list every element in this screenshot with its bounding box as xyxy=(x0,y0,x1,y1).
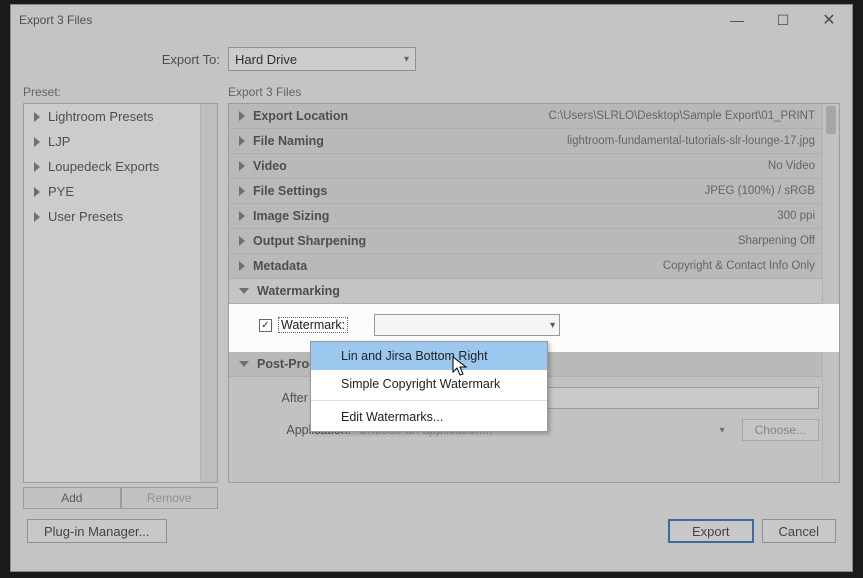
dropdown-item-edit-watermarks[interactable]: Edit Watermarks... xyxy=(311,403,547,431)
titlebar: Export 3 Files — ☐ ✕ xyxy=(11,5,852,35)
section-export-location[interactable]: Export Location C:\Users\SLRLO\Desktop\S… xyxy=(229,104,839,129)
separator xyxy=(311,400,547,401)
export-dialog: Export 3 Files — ☐ ✕ Export To: Hard Dri… xyxy=(10,4,853,572)
section-video[interactable]: Video No Video xyxy=(229,154,839,179)
watermark-label: Watermark: xyxy=(278,317,348,333)
expand-icon xyxy=(239,186,245,196)
expand-icon xyxy=(34,137,40,147)
expand-icon xyxy=(239,136,245,146)
dropdown-item-simple-copyright[interactable]: Simple Copyright Watermark xyxy=(311,370,547,398)
preset-item-lightroom[interactable]: Lightroom Presets xyxy=(24,104,217,129)
chevron-down-icon: ▾ xyxy=(404,54,409,65)
watermark-preset-select[interactable]: ▾ xyxy=(374,314,560,336)
expand-icon xyxy=(239,236,245,246)
section-file-naming[interactable]: File Naming lightroom-fundamental-tutori… xyxy=(229,129,839,154)
dropdown-item-lin-jirsa[interactable]: Lin and Jirsa Bottom Right xyxy=(311,342,547,370)
expand-icon xyxy=(239,211,245,221)
watermark-checkbox[interactable]: ✓ xyxy=(259,319,272,332)
minimize-button[interactable]: — xyxy=(714,5,760,35)
section-output-sharpening[interactable]: Output Sharpening Sharpening Off xyxy=(229,229,839,254)
close-button[interactable]: ✕ xyxy=(806,5,852,35)
scrollbar[interactable] xyxy=(200,104,217,482)
expand-icon xyxy=(34,187,40,197)
preset-item-user[interactable]: User Presets xyxy=(24,204,217,229)
preset-item-pye[interactable]: PYE xyxy=(24,179,217,204)
preset-item-loupedeck[interactable]: Loupedeck Exports xyxy=(24,154,217,179)
watermark-dropdown-menu: Lin and Jirsa Bottom Right Simple Copyri… xyxy=(310,341,548,432)
chevron-down-icon[interactable]: ▾ xyxy=(720,425,732,436)
export-button[interactable]: Export xyxy=(668,519,754,543)
cancel-button[interactable]: Cancel xyxy=(762,519,836,543)
section-file-settings[interactable]: File Settings JPEG (100%) / sRGB xyxy=(229,179,839,204)
export-to-value: Hard Drive xyxy=(235,52,297,67)
expand-icon xyxy=(239,111,245,121)
export-to-select[interactable]: Hard Drive ▾ xyxy=(228,47,416,71)
collapse-icon xyxy=(239,361,249,367)
expand-icon xyxy=(239,261,245,271)
remove-preset-button[interactable]: Remove xyxy=(121,487,219,509)
window-title: Export 3 Files xyxy=(19,13,92,27)
export-to-label: Export To: xyxy=(23,52,228,67)
section-watermarking[interactable]: Watermarking xyxy=(229,279,839,304)
choose-application-button[interactable]: Choose... xyxy=(742,419,819,441)
plugin-manager-button[interactable]: Plug-in Manager... xyxy=(27,519,167,543)
preset-item-ljp[interactable]: LJP xyxy=(24,129,217,154)
section-metadata[interactable]: Metadata Copyright & Contact Info Only xyxy=(229,254,839,279)
right-header: Export 3 Files xyxy=(228,85,840,103)
add-preset-button[interactable]: Add xyxy=(23,487,121,509)
collapse-icon xyxy=(239,288,249,294)
preset-list[interactable]: Lightroom Presets LJP Loupedeck Exports … xyxy=(23,103,218,483)
expand-icon xyxy=(34,212,40,222)
expand-icon xyxy=(34,162,40,172)
preset-header: Preset: xyxy=(23,85,218,103)
scrollbar[interactable] xyxy=(822,104,839,482)
maximize-button[interactable]: ☐ xyxy=(760,5,806,35)
chevron-down-icon: ▾ xyxy=(550,320,555,331)
expand-icon xyxy=(239,161,245,171)
expand-icon xyxy=(34,112,40,122)
section-image-sizing[interactable]: Image Sizing 300 ppi xyxy=(229,204,839,229)
